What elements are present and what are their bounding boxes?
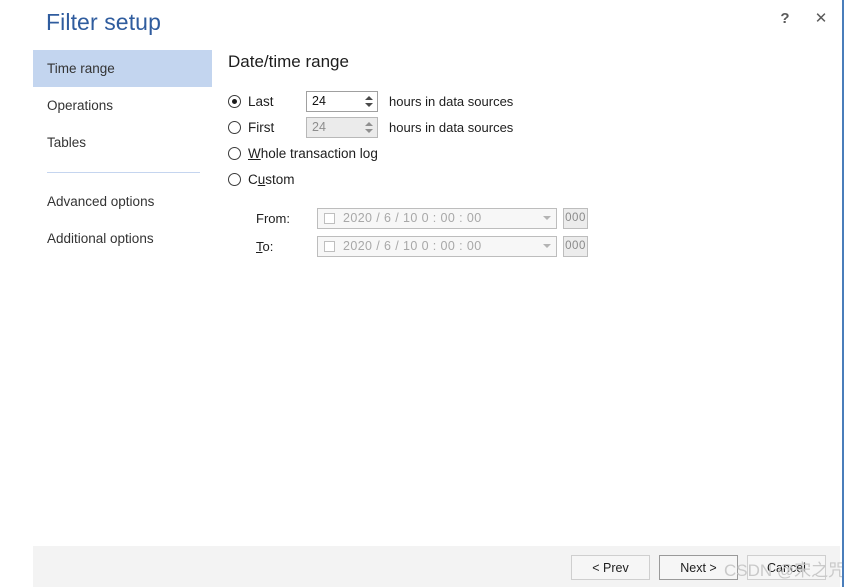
filter-setup-dialog: ? ✕ Filter setup Time range Operations T… <box>0 0 844 587</box>
from-milliseconds-button[interactable]: 000 <box>563 207 588 229</box>
arrow-down-icon[interactable] <box>365 128 373 133</box>
date-row-from: From: 2020 / 6 / 10 0 : 00 : 00 000 <box>256 204 828 232</box>
sidebar-item-label: Time range <box>47 61 115 76</box>
sidebar-item-time-range[interactable]: Time range <box>33 50 212 87</box>
to-label: To: <box>256 239 317 254</box>
prev-button[interactable]: < Prev <box>571 555 650 580</box>
titlebar-controls: ? ✕ <box>772 6 834 30</box>
chevron-down-icon[interactable] <box>538 216 556 220</box>
radio-whole-transaction-log[interactable] <box>228 146 241 160</box>
sidebar-divider <box>47 172 200 173</box>
main-panel: Date/time range Last 24 hours in data so… <box>228 52 828 260</box>
chevron-down-icon[interactable] <box>538 244 556 248</box>
page-title: Filter setup <box>46 9 161 35</box>
sidebar-item-advanced-options[interactable]: Advanced options <box>33 183 212 220</box>
radio-custom-label[interactable]: Custom <box>248 172 295 187</box>
sidebar-item-additional-options[interactable]: Additional options <box>33 220 212 257</box>
to-enable-checkbox[interactable] <box>324 240 335 252</box>
cancel-button[interactable]: Cancel <box>747 555 826 580</box>
to-milliseconds-button[interactable]: 000 <box>563 235 588 257</box>
option-row-last: Last 24 hours in data sources <box>228 88 828 114</box>
sidebar-item-label: Tables <box>47 135 87 150</box>
label-rest: stom <box>265 171 295 187</box>
radio-last-label[interactable]: Last <box>248 94 302 109</box>
date-row-to: To: 2020 / 6 / 10 0 : 00 : 00 000 <box>256 232 828 260</box>
dialog-footer: < Prev Next > Cancel <box>33 546 840 587</box>
radio-custom[interactable] <box>228 172 241 186</box>
first-hours-stepper[interactable]: 24 <box>306 116 378 138</box>
stepper-arrows[interactable] <box>361 92 377 111</box>
first-hours-suffix: hours in data sources <box>389 119 514 135</box>
arrow-down-icon[interactable] <box>365 102 373 107</box>
sidebar-item-label: Operations <box>47 98 114 113</box>
option-row-whole-transaction-log: Whole transaction log <box>228 140 828 166</box>
sidebar-item-tables[interactable]: Tables <box>33 124 212 161</box>
arrow-up-icon[interactable] <box>365 121 373 126</box>
last-hours-suffix: hours in data sources <box>389 93 514 109</box>
option-row-custom: Custom <box>228 166 828 192</box>
custom-range-block: From: 2020 / 6 / 10 0 : 00 : 00 000 To: … <box>256 204 828 260</box>
sidebar-item-label: Advanced options <box>47 194 155 209</box>
from-label: From: <box>256 210 290 226</box>
to-datetime-value: 2020 / 6 / 10 0 : 00 : 00 <box>343 239 482 253</box>
radio-last[interactable] <box>228 94 241 108</box>
from-datetime-field[interactable]: 2020 / 6 / 10 0 : 00 : 00 <box>317 207 557 229</box>
to-datetime-field[interactable]: 2020 / 6 / 10 0 : 00 : 00 <box>317 235 557 257</box>
sidebar-item-label: Additional options <box>47 231 154 246</box>
from-datetime-value: 2020 / 6 / 10 0 : 00 : 00 <box>343 211 482 225</box>
section-heading: Date/time range <box>228 52 349 71</box>
label-rest: hole transaction log <box>260 145 378 161</box>
label-rest: o: <box>262 238 274 254</box>
accelerator-letter: W <box>248 145 261 161</box>
sidebar-item-operations[interactable]: Operations <box>33 87 212 124</box>
sidebar: Time range Operations Tables Advanced op… <box>33 50 212 257</box>
close-icon[interactable]: ✕ <box>808 6 834 30</box>
first-hours-value: 24 <box>312 120 326 134</box>
stepper-arrows[interactable] <box>361 118 377 137</box>
radio-whole-transaction-log-label[interactable]: Whole transaction log <box>248 146 378 161</box>
radio-first-label[interactable]: First <box>248 120 302 135</box>
radio-first[interactable] <box>228 120 241 134</box>
arrow-up-icon[interactable] <box>365 95 373 100</box>
label-pre: C <box>248 171 258 187</box>
last-hours-value: 24 <box>312 94 326 108</box>
help-icon[interactable]: ? <box>772 6 798 30</box>
last-hours-stepper[interactable]: 24 <box>306 90 378 112</box>
footer-button-group: < Prev Next > Cancel <box>571 555 826 580</box>
from-enable-checkbox[interactable] <box>324 212 335 224</box>
option-row-first: First 24 hours in data sources <box>228 114 828 140</box>
next-button[interactable]: Next > <box>659 555 738 580</box>
